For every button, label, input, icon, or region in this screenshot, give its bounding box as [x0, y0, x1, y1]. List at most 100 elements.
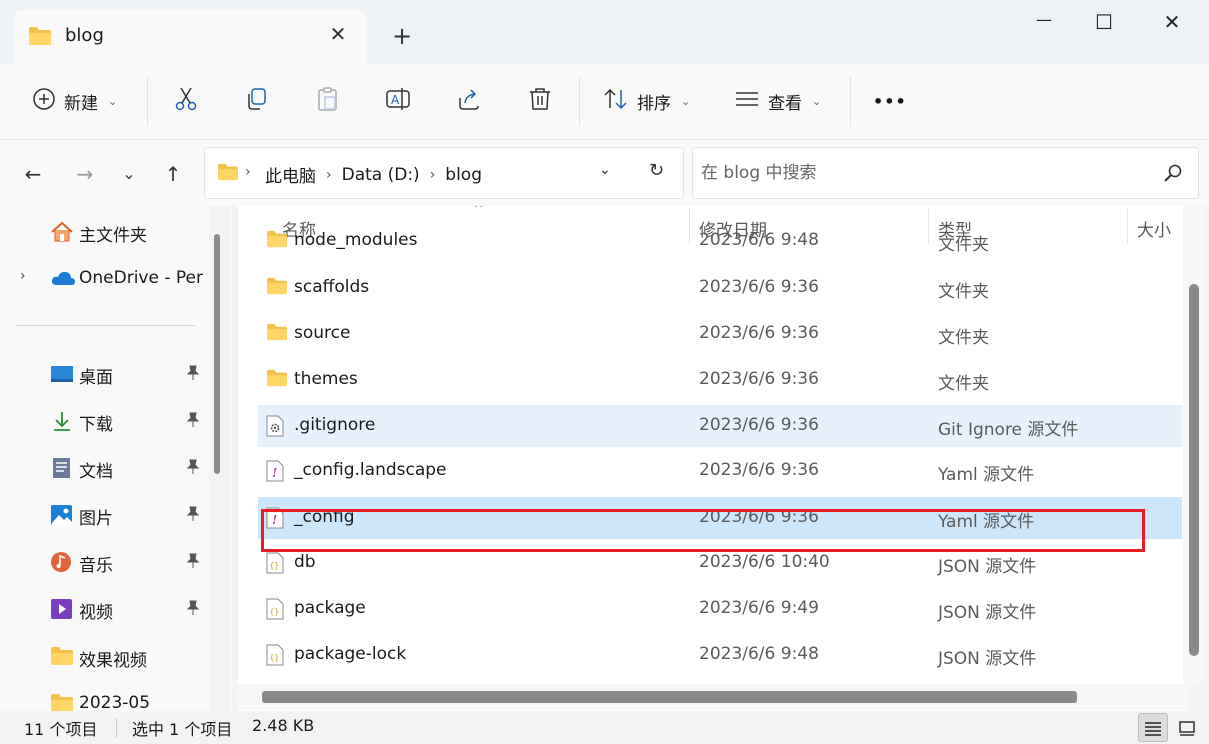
pin-icon[interactable] — [186, 365, 200, 386]
nav-item-documents[interactable]: 文档 — [0, 445, 205, 489]
delete-button[interactable] — [527, 84, 553, 118]
file-row[interactable]: scaffolds 2023/6/6 9:36 文件夹 — [258, 267, 1182, 309]
copy-icon — [244, 86, 270, 117]
pin-icon[interactable] — [186, 600, 200, 621]
forward-arrow-icon[interactable]: → — [72, 162, 98, 186]
folder-icon — [266, 369, 288, 391]
file-date: 2023/6/6 9:36 — [699, 460, 819, 480]
file-name: source — [294, 323, 351, 343]
nav-item-folder[interactable]: 2023-05 — [0, 681, 205, 711]
tab-close-icon[interactable]: ✕ — [326, 22, 350, 46]
refresh-icon[interactable]: ↻ — [649, 160, 664, 181]
file-type: 文件夹 — [938, 282, 989, 302]
share-button[interactable] — [456, 84, 482, 118]
file-date: 2023/6/6 9:48 — [699, 644, 819, 664]
paste-button[interactable] — [315, 84, 341, 118]
horizontal-scrollbar[interactable] — [238, 684, 1189, 710]
nav-scrollbar[interactable] — [209, 206, 231, 711]
breadcrumb-data-drive[interactable]: Data (D:) — [342, 165, 420, 185]
nav-item-pictures[interactable]: 图片 — [0, 492, 205, 536]
file-type: 文件夹 — [938, 328, 989, 348]
file-date: 2023/6/6 9:36 — [699, 415, 819, 435]
file-row[interactable]: ! _config 2023/6/6 9:36 Yaml 源文件 — [258, 497, 1182, 539]
item-count: 11 个项目 — [24, 720, 98, 739]
details-view-button[interactable] — [1138, 713, 1168, 742]
desktop-icon — [50, 363, 74, 385]
up-arrow-icon[interactable]: ↑ — [160, 162, 186, 186]
pin-icon[interactable] — [186, 412, 200, 433]
file-name: db — [294, 552, 316, 572]
sort-button[interactable]: 排序 ⌄ — [603, 84, 690, 118]
breadcrumb-chevron-icon[interactable]: › — [326, 167, 332, 183]
divider — [116, 718, 117, 738]
file-row[interactable]: {} package-lock 2023/6/6 9:48 JSON 源文件 — [258, 634, 1182, 676]
nav-item-label: 图片 — [79, 509, 113, 529]
home-icon — [50, 221, 74, 243]
nav-item-onedrive[interactable]: › OneDrive - Per — [0, 256, 205, 300]
sort-ascending-icon: ^ — [474, 206, 484, 215]
rename-icon: A — [385, 86, 411, 117]
sort-icon — [603, 87, 629, 116]
file-date: 2023/6/6 9:36 — [699, 323, 819, 343]
file-row[interactable]: node_modules 2023/6/6 9:48 文件夹 — [258, 220, 1182, 262]
tab-title: blog — [65, 25, 104, 46]
address-dropdown-chevron-icon[interactable]: ⌄ — [599, 162, 611, 178]
file-name: themes — [294, 369, 358, 389]
chevron-right-icon[interactable]: › — [20, 268, 26, 284]
nav-item-downloads[interactable]: 下载 — [0, 398, 205, 442]
chevron-down-icon: ⌄ — [812, 94, 822, 108]
nav-item-home[interactable]: 主文件夹 — [0, 209, 205, 253]
address-bar[interactable]: › 此电脑 › Data (D:) › blog ⌄ ↻ — [204, 147, 684, 199]
pin-icon[interactable] — [186, 553, 200, 574]
sort-label: 排序 — [637, 93, 671, 114]
file-row[interactable]: {} package 2023/6/6 9:49 JSON 源文件 — [258, 588, 1182, 630]
file-type: JSON 源文件 — [938, 603, 1037, 623]
nav-item-label: 效果视频 — [79, 651, 147, 671]
pin-icon[interactable] — [186, 506, 200, 527]
more-options-button[interactable]: ••• — [873, 84, 907, 118]
nav-item-label: 桌面 — [79, 368, 113, 388]
back-arrow-icon[interactable]: ← — [20, 162, 46, 186]
breadcrumb-chevron-icon[interactable]: › — [245, 164, 251, 180]
file-row[interactable]: themes 2023/6/6 9:36 文件夹 — [258, 359, 1182, 401]
new-tab-button[interactable]: + — [392, 22, 412, 50]
nav-item-videos[interactable]: 视频 — [0, 586, 205, 630]
nav-item-label: 下载 — [79, 415, 113, 435]
json-file-icon: {} — [266, 552, 288, 574]
search-input[interactable] — [701, 158, 1141, 188]
recent-locations-chevron-icon[interactable]: ⌄ — [116, 164, 142, 183]
breadcrumb-this-pc[interactable]: 此电脑 — [265, 162, 316, 187]
copy-button[interactable] — [244, 84, 270, 118]
folder-icon — [50, 693, 74, 711]
details-view-icon — [1145, 721, 1161, 736]
divider — [579, 76, 580, 126]
tab-blog[interactable]: blog ✕ — [14, 10, 366, 64]
file-row[interactable]: ! _config.landscape 2023/6/6 9:36 Yaml 源文件 — [258, 450, 1182, 492]
close-button[interactable]: ✕ — [1152, 10, 1192, 38]
divider — [16, 325, 196, 326]
file-row[interactable]: {} db 2023/6/6 10:40 JSON 源文件 — [258, 542, 1182, 584]
file-row[interactable]: source 2023/6/6 9:36 文件夹 — [258, 313, 1182, 355]
pin-icon[interactable] — [186, 459, 200, 480]
nav-item-folder[interactable]: 效果视频 — [0, 634, 205, 678]
search-icon[interactable] — [1163, 163, 1183, 187]
file-row[interactable]: .gitignore 2023/6/6 9:36 Git Ignore 源文件 — [258, 405, 1182, 447]
new-button[interactable]: 新建 ⌄ — [32, 84, 117, 118]
nav-item-music[interactable]: 音乐 — [0, 539, 205, 583]
scrollbar-thumb[interactable] — [214, 234, 220, 474]
file-name: package — [294, 598, 366, 618]
view-button[interactable]: 查看 ⌄ — [734, 84, 821, 118]
tiles-view-button[interactable] — [1172, 713, 1202, 742]
scrollbar-thumb[interactable] — [1189, 284, 1199, 656]
breadcrumb-chevron-icon[interactable]: › — [430, 167, 436, 183]
scrollbar-thumb[interactable] — [262, 691, 1077, 703]
file-type: Git Ignore 源文件 — [938, 420, 1079, 440]
file-list-scrollbar[interactable] — [1183, 206, 1205, 684]
minimize-button[interactable]: — — [1024, 10, 1064, 38]
file-date: 2023/6/6 10:40 — [699, 552, 830, 572]
maximize-button[interactable]: ☐ — [1084, 10, 1124, 38]
cut-button[interactable] — [173, 84, 199, 118]
rename-button[interactable]: A — [385, 84, 411, 118]
nav-item-desktop[interactable]: 桌面 — [0, 351, 205, 395]
breadcrumb-blog[interactable]: blog — [445, 165, 482, 185]
